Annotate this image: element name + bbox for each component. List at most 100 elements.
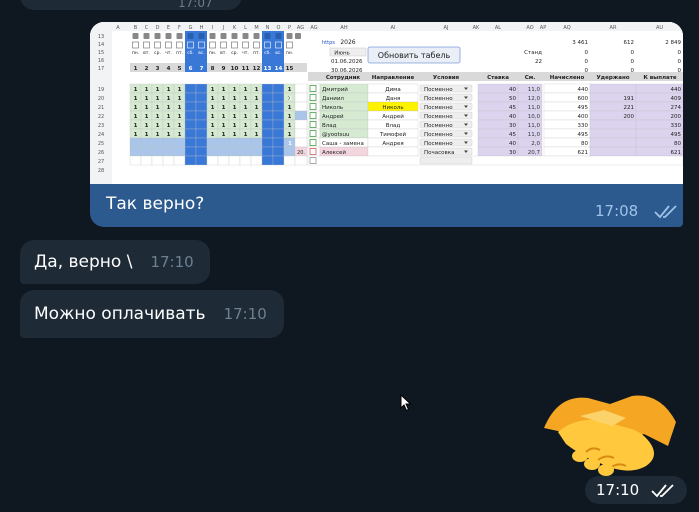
day-cell-value: 1: [156, 96, 160, 102]
incoming-message-text: Да, верно \: [34, 252, 133, 272]
day-cell-value: 1: [145, 105, 149, 111]
day-cell: [283, 146, 296, 157]
accrued-value: 330: [578, 123, 589, 129]
condition-value: Посменно: [424, 87, 453, 93]
day-cell-value: 1: [255, 87, 259, 93]
summary-zero: 0: [585, 50, 589, 56]
day-cell-value: 1: [167, 87, 171, 93]
col-letter: L: [244, 25, 247, 31]
day-cell: [162, 155, 175, 166]
col-letter: AH: [340, 25, 347, 31]
summary-payout: 2 849: [665, 40, 681, 46]
day-cell: [195, 146, 208, 157]
day-cell-value: 1: [244, 96, 248, 102]
day-cell: [272, 101, 285, 112]
day-of-week: вс.: [275, 51, 282, 56]
day-number: 11: [242, 66, 250, 72]
rate-value: 45: [509, 105, 516, 111]
table-header-cell: Сотрудник: [326, 75, 361, 81]
withheld-cell: [589, 83, 637, 94]
day-cell: [195, 110, 208, 121]
day-cell-value: 1: [167, 123, 171, 129]
incoming-message-1[interactable]: Да, верно \ 17:10: [20, 240, 210, 284]
payout-value: 621: [671, 150, 682, 156]
day-cell-value: 1: [233, 123, 237, 129]
row-number: 14: [98, 42, 104, 48]
col-letter: E: [167, 25, 170, 31]
day-cell-value: 1: [255, 114, 259, 120]
day-cell-value: 1: [156, 87, 160, 93]
condition-value: Посменно: [424, 96, 453, 102]
column-p-cell: [294, 155, 308, 166]
spreadsheet-screenshot[interactable]: A B C D E F G H I J K L M N O P AG AG AH AI AJ AK AL AO AP AQ AR AU…: [90, 22, 683, 184]
row-number: 23: [98, 123, 104, 129]
day-cell-value: 1: [288, 105, 292, 111]
day-cell-value: 1: [244, 114, 248, 120]
direction-value: Тимофей: [379, 131, 407, 138]
table-header-cell: Направление: [372, 75, 415, 81]
day-number: 6: [189, 66, 193, 72]
rate-value: 30: [509, 150, 516, 156]
day-cell: [206, 137, 219, 148]
payout-value: 200: [671, 114, 682, 120]
handshake-sticker-icon[interactable]: [540, 388, 680, 478]
day-cell-value: 1: [288, 87, 292, 93]
day-cell: [173, 137, 186, 148]
refresh-button-label: Обновить табель: [378, 51, 451, 60]
checkbox-icon: [264, 33, 271, 39]
day-of-week: чт.: [242, 51, 249, 56]
month-value: Июнь: [334, 51, 350, 57]
incoming-message-2[interactable]: Можно оплачивать 17:10: [20, 290, 284, 338]
day-cell: [283, 155, 296, 166]
col-letter: O: [277, 25, 281, 31]
employee-name: Николь: [322, 105, 343, 111]
shifts-value: 11,0: [528, 87, 541, 93]
day-cell: [261, 83, 274, 94]
day-cell: [261, 155, 274, 166]
day-of-week: пт.: [253, 51, 260, 56]
column-p-cell: [294, 110, 308, 121]
checkbox-icon: [220, 33, 227, 39]
day-cell-value: 1: [233, 105, 237, 111]
day-cell-value: 1: [255, 96, 259, 102]
day-of-week: вт.: [220, 51, 227, 56]
day-cell-value: 1: [145, 114, 149, 120]
checkbox-icon: [253, 33, 260, 39]
day-cell: [272, 119, 285, 130]
payout-value: 495: [671, 132, 682, 138]
column-p-number: [295, 63, 307, 72]
day-number: 8: [211, 66, 215, 72]
direction-value: Андрей: [382, 113, 404, 120]
day-of-week: сб.: [264, 50, 271, 56]
withheld-cell: [589, 119, 637, 130]
stand-label: Станд: [524, 50, 542, 56]
day-number: 4: [167, 66, 171, 72]
outgoing-message[interactable]: A B C D E F G H I J K L M N O P AG AG AH AI AJ AK AL AO AP AQ AR AU…: [90, 22, 683, 227]
day-cell: [217, 146, 230, 157]
employee-name: Дмитрий: [322, 86, 348, 93]
checkbox-icon: [165, 33, 172, 39]
day-cell-value: 1: [134, 105, 138, 111]
day-cell-value: 1: [255, 123, 259, 129]
checkbox-icon: [286, 33, 293, 39]
summary-accrued: 3 461: [572, 40, 588, 46]
column-p-cell: [294, 119, 308, 130]
condition-value: Посменно: [424, 141, 453, 147]
day-cell-value: 1: [145, 132, 149, 138]
rate-value: 40: [509, 87, 516, 93]
day-of-week: сб.: [187, 50, 194, 56]
day-cell-value: 1: [211, 87, 215, 93]
checkbox-icon: [154, 33, 161, 39]
employee-name: Андрей: [322, 113, 344, 120]
summary-zero: 0: [585, 59, 589, 65]
accrued-value: 400: [578, 114, 589, 120]
year-value: 2026: [340, 39, 355, 46]
sticker-time-badge: 17:10: [585, 476, 687, 504]
day-cell-value: 1: [288, 132, 292, 138]
day-of-week: чт.: [165, 51, 172, 56]
day-cell: [206, 155, 219, 166]
day-cell-value: 1: [167, 105, 171, 111]
day-cell-value: 1: [222, 114, 226, 120]
day-cell-value: 1: [156, 105, 160, 111]
condition-value: Посменно: [424, 123, 453, 129]
